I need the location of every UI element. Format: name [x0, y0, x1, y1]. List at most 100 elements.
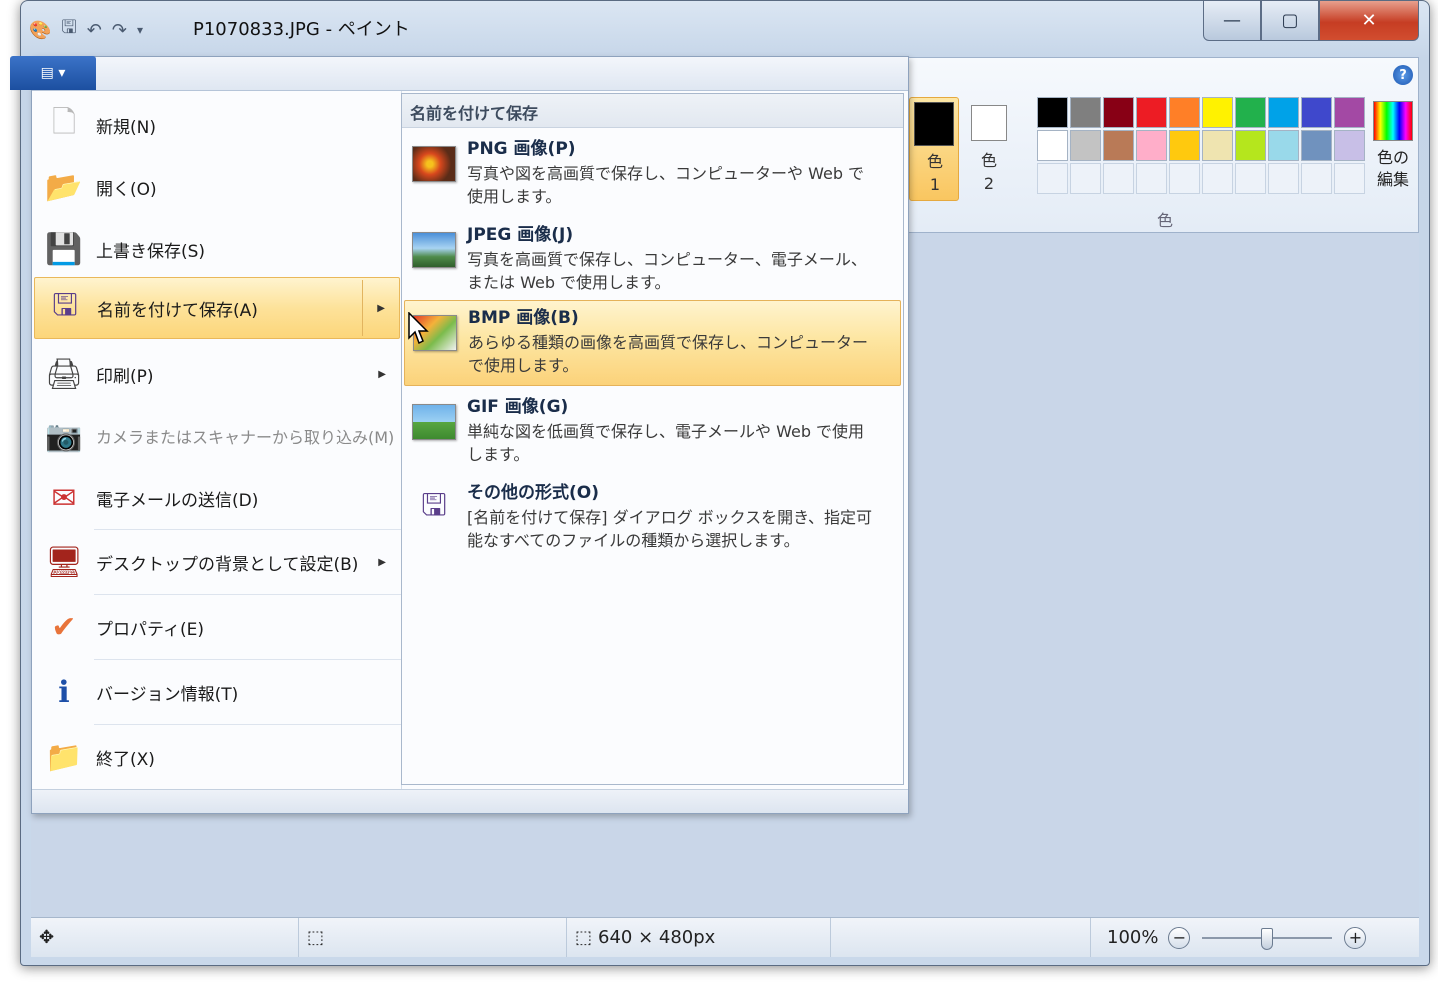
palette-swatch[interactable] [1268, 97, 1299, 128]
menu-item-save-as[interactable]: 🖫 名前を付けて保存(A) ▶ [34, 277, 400, 339]
scanner-icon: 📷 [45, 418, 83, 454]
mouse-cursor-icon [408, 312, 429, 345]
palette-swatch[interactable] [1169, 97, 1200, 128]
submenu-item-desc: [名前を付けて保存] ダイアログ ボックスを開き、指定可能なすべてのファイルの種… [467, 508, 873, 550]
zoom-controls: 100% − + [1091, 926, 1367, 950]
palette-custom-slot[interactable] [1070, 163, 1101, 194]
window-title: P1070833.JPG - ペイント [193, 19, 410, 40]
submenu-item-title: GIF 画像(G) [467, 397, 569, 417]
maximize-button[interactable]: ▢ [1261, 1, 1319, 41]
color1-swatch [914, 102, 954, 146]
palette-swatch[interactable] [1136, 130, 1167, 161]
palette-swatch[interactable] [1103, 97, 1134, 128]
save-as-bmp[interactable]: BMP 画像(B) あらゆる種類の画像を高画質で保存し、コンピューターで使用しま… [404, 300, 901, 386]
palette-swatch[interactable] [1301, 97, 1332, 128]
file-menu-button[interactable]: ▤ ▾ [10, 56, 96, 90]
palette-custom-slot[interactable] [1268, 163, 1299, 194]
palette-swatch[interactable] [1235, 130, 1266, 161]
palette-swatch[interactable] [1268, 130, 1299, 161]
palette-swatch[interactable] [1334, 97, 1365, 128]
save-disk-icon: 💾 [45, 231, 83, 267]
palette-custom-slot[interactable] [1037, 163, 1068, 194]
menu-item-print[interactable]: 🖨 印刷(P) ▶ [34, 343, 400, 405]
menu-item-exit[interactable]: 📁 終了(X) [34, 726, 400, 788]
submenu-arrow-icon[interactable]: ▶ [377, 303, 385, 314]
customize-qat-icon[interactable]: ▾ [137, 23, 143, 37]
palette-swatch[interactable] [1037, 130, 1068, 161]
palette-swatch[interactable] [1202, 130, 1233, 161]
menu-item-label: 新規(N) [96, 117, 156, 138]
color2-swatch[interactable] [971, 105, 1007, 141]
menu-item-set-desktop[interactable]: 🖥 デスクトップの背景として設定(B) ▶ [34, 531, 400, 593]
palette-custom-slot[interactable] [1136, 163, 1167, 194]
palette-swatch[interactable] [1334, 130, 1365, 161]
colors-group-label: 色 [1157, 211, 1174, 230]
color-palette [1037, 97, 1365, 194]
color1-button[interactable]: 色 1 [909, 97, 959, 201]
menu-item-properties[interactable]: ✔ プロパティ(E) [34, 596, 400, 658]
save-as-png[interactable]: PNG 画像(P) 写真や図を高画質で保存し、コンピューターや Web で使用し… [404, 132, 901, 216]
save-as-gif[interactable]: GIF 画像(G) 単純な図を低画質で保存し、電子メールや Web で使用します… [404, 390, 901, 474]
zoom-in-button[interactable]: + [1344, 926, 1367, 949]
edit-colors-button[interactable]: 色の 編集 [1371, 101, 1415, 191]
menu-item-label: 上書き保存(S) [96, 241, 206, 262]
submenu-item-title: PNG 画像(P) [467, 139, 576, 159]
title-bar: 🎨 🖫 ↶ ↷ ▾ P1070833.JPG - ペイント — ▢ ✕ [21, 1, 1429, 53]
submenu-arrow-icon: ▶ [378, 368, 386, 380]
minimize-button[interactable]: — [1203, 1, 1261, 41]
printer-icon: 🖨 [44, 356, 84, 392]
menu-item-email[interactable]: ✉ 電子メールの送信(D) [34, 467, 400, 529]
save-icon[interactable]: 🖫 [61, 15, 76, 45]
menu-item-open[interactable]: 📂 開く(O) [34, 157, 400, 217]
save-as-other-formats[interactable]: 🖫 その他の形式(O) [名前を付けて保存] ダイアログ ボックスを開き、指定可… [404, 476, 901, 560]
palette-swatch[interactable] [1169, 130, 1200, 161]
new-document-icon: 🗋 [51, 104, 77, 140]
submenu-item-desc: あらゆる種類の画像を高画質で保存し、コンピューターで使用します。 [468, 333, 869, 375]
menu-item-label: デスクトップの背景として設定(B) [96, 554, 359, 575]
separator [94, 659, 401, 660]
menu-item-new[interactable]: 🗋 新規(N) [34, 95, 400, 155]
redo-icon[interactable]: ↷ [112, 20, 127, 41]
menu-item-save[interactable]: 💾 上書き保存(S) [34, 219, 400, 279]
palette-custom-slot[interactable] [1334, 163, 1365, 194]
png-image-icon [412, 146, 456, 182]
palette-custom-slot[interactable] [1301, 163, 1332, 194]
submenu-item-title: JPEG 画像(J) [467, 225, 574, 245]
palette-swatch[interactable] [1235, 97, 1266, 128]
submenu-header: 名前を付けて保存 [402, 94, 903, 128]
palette-swatch[interactable] [1301, 130, 1332, 161]
close-button[interactable]: ✕ [1319, 1, 1419, 41]
palette-custom-slot[interactable] [1169, 163, 1200, 194]
palette-custom-slot[interactable] [1103, 163, 1134, 194]
palette-swatch[interactable] [1070, 130, 1101, 161]
edit-colors-label: 色の 編集 [1376, 148, 1409, 189]
image-size-text: 640 × 480px [598, 927, 716, 948]
menu-item-label: プロパティ(E) [96, 619, 204, 640]
selection-size-cell: ⬚ [299, 918, 567, 957]
zoom-thumb[interactable] [1261, 927, 1274, 950]
palette-swatch[interactable] [1070, 97, 1101, 128]
file-menu-bottom-bar [32, 789, 908, 813]
palette-custom-slot[interactable] [1202, 163, 1233, 194]
help-icon[interactable]: ? [1393, 65, 1413, 85]
status-bar: ✥ ⬚ ⬚ 640 × 480px 100% − + [31, 917, 1419, 957]
menu-item-about[interactable]: ℹ バージョン情報(T) [34, 661, 400, 723]
undo-icon[interactable]: ↶ [87, 20, 102, 41]
email-icon: ✉ [51, 480, 77, 516]
palette-swatch[interactable] [1136, 97, 1167, 128]
save-as-jpeg[interactable]: JPEG 画像(J) 写真を高画質で保存し、コンピューター、電子メール、または … [404, 218, 901, 302]
menu-item-label: 名前を付けて保存(A) [97, 300, 258, 321]
palette-swatch[interactable] [1202, 97, 1233, 128]
color1-label: 色 1 [926, 152, 943, 194]
paint-app-icon[interactable]: 🎨 [29, 20, 51, 41]
palette-swatch[interactable] [1103, 130, 1134, 161]
selection-icon: ⬚ [307, 927, 325, 948]
zoom-slider[interactable] [1202, 927, 1333, 950]
palette-swatch[interactable] [1037, 97, 1068, 128]
color2-label[interactable]: 色 2 [969, 149, 1009, 195]
palette-custom-slot[interactable] [1235, 163, 1266, 194]
menu-item-label: 終了(X) [96, 749, 155, 770]
menu-item-label: 印刷(P) [96, 366, 154, 387]
move-icon: ✥ [39, 927, 55, 948]
zoom-out-button[interactable]: − [1168, 926, 1191, 949]
